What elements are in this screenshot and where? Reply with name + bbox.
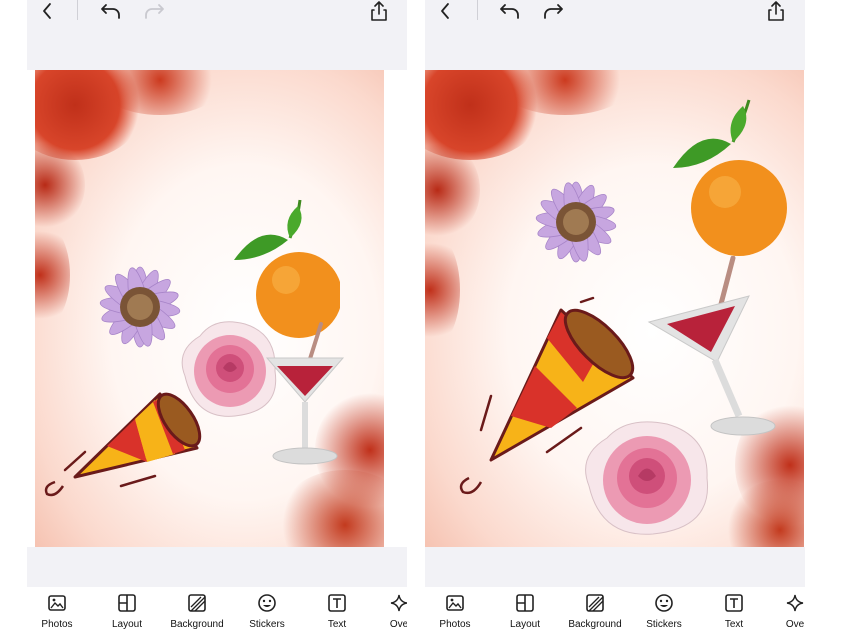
redo-button[interactable] xyxy=(541,0,565,22)
editor-panel-before: Photos Layout Background Stickers Text O… xyxy=(27,0,407,638)
tool-label: Stickers xyxy=(646,619,682,630)
daisy-sticker[interactable] xyxy=(509,154,644,299)
rose-sticker[interactable] xyxy=(577,416,717,540)
tool-label: Background xyxy=(568,619,622,630)
tool-label: Photos xyxy=(439,619,471,630)
tool-photos[interactable]: Photos xyxy=(425,593,491,630)
share-button[interactable] xyxy=(367,0,391,22)
top-bar xyxy=(27,0,407,70)
editor-panel-after: Photos Layout Background Stickers Text O… xyxy=(425,0,805,638)
chevron-left-icon xyxy=(43,3,51,19)
photos-icon xyxy=(446,595,464,611)
tool-photos[interactable]: Photos xyxy=(27,593,93,630)
divider xyxy=(77,0,78,20)
tool-label: Layout xyxy=(509,619,541,630)
background-icon xyxy=(188,594,206,612)
text-icon xyxy=(328,594,346,612)
text-icon xyxy=(725,594,743,612)
tool-layout[interactable]: Layout xyxy=(489,593,561,630)
tool-label: Ove xyxy=(785,619,805,630)
tool-stickers[interactable]: Stickers xyxy=(231,593,303,630)
redo-icon xyxy=(145,4,164,19)
orange-sticker[interactable] xyxy=(671,98,791,258)
background-icon xyxy=(586,594,604,612)
share-icon xyxy=(371,1,387,21)
tool-stickers[interactable]: Stickers xyxy=(628,593,700,630)
bottom-toolbar: Photos Layout Background Stickers Text O… xyxy=(27,587,407,638)
cocktail-sticker[interactable] xyxy=(263,322,348,468)
undo-button[interactable] xyxy=(498,0,522,22)
tool-background[interactable]: Background xyxy=(559,593,631,630)
canvas-footer xyxy=(425,547,805,587)
bottom-toolbar: Photos Layout Background Stickers Text O… xyxy=(425,587,805,638)
tool-background[interactable]: Background xyxy=(161,593,233,630)
back-button[interactable] xyxy=(37,0,57,22)
tool-overlay[interactable]: Ove xyxy=(363,593,407,630)
tool-label: Stickers xyxy=(249,619,285,630)
tool-overlay[interactable]: Ove xyxy=(759,593,805,630)
layout-icon xyxy=(516,594,534,612)
share-icon xyxy=(768,1,784,21)
tool-label: Background xyxy=(170,619,224,630)
canvas-footer xyxy=(27,547,407,587)
stickers-icon xyxy=(655,594,673,612)
divider xyxy=(477,0,478,20)
undo-button[interactable] xyxy=(99,0,123,22)
tool-layout[interactable]: Layout xyxy=(91,593,163,630)
photos-icon xyxy=(48,595,66,611)
party-horn-sticker[interactable] xyxy=(35,382,205,507)
layout-icon xyxy=(118,594,136,612)
top-bar xyxy=(425,0,805,70)
tool-label: Ove xyxy=(389,619,407,630)
sparkle-icon xyxy=(786,594,804,612)
back-button[interactable] xyxy=(435,0,455,22)
redo-icon xyxy=(544,4,563,19)
tool-label: Photos xyxy=(41,619,73,630)
undo-icon xyxy=(101,4,120,19)
stickers-icon xyxy=(258,594,276,612)
undo-icon xyxy=(500,4,519,19)
tool-label: Layout xyxy=(111,619,143,630)
chevron-left-icon xyxy=(441,3,449,19)
redo-button[interactable] xyxy=(142,0,166,22)
collage-canvas[interactable] xyxy=(425,70,804,547)
sparkle-icon xyxy=(390,594,407,612)
share-button[interactable] xyxy=(764,0,788,22)
collage-canvas[interactable] xyxy=(35,70,384,547)
